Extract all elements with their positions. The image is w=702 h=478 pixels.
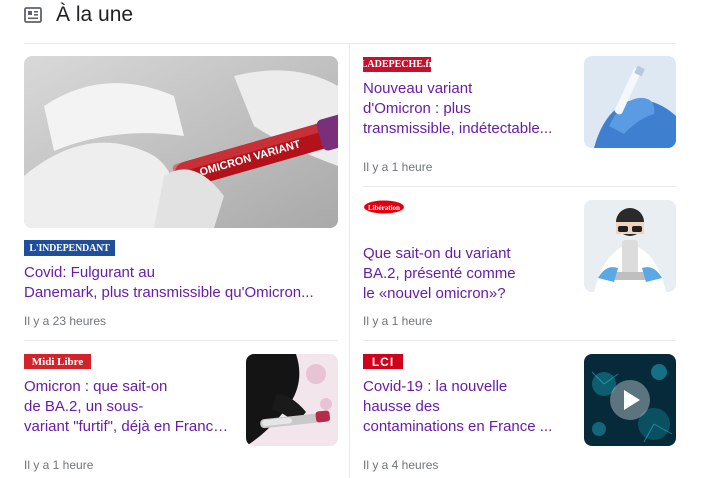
news-card-lci[interactable]: LCI Covid-19 : la nouvelle hausse des co…: [363, 354, 676, 478]
source-logo-independant: L'INDEPENDANT: [24, 240, 115, 256]
article-image-microscope: [584, 200, 676, 292]
column-divider: [349, 44, 350, 478]
news-card-independant[interactable]: OMICRON VARIANT L'INDEPENDANT Covid: Ful…: [24, 56, 338, 340]
article-video-thumbnail[interactable]: [584, 354, 676, 446]
news-card-midilibre[interactable]: Midi Libre Omicron : que sait-on de BA.2…: [24, 354, 338, 478]
article-time: Il y a 1 heure: [24, 458, 94, 472]
article-time: Il y a 4 heures: [363, 458, 439, 472]
news-card-ladepeche[interactable]: LADEPECHE.fr Nouveau variant d'Omicron :…: [360, 56, 676, 180]
source-logo-liberation: Libération: [363, 200, 405, 214]
svg-text:Libération: Libération: [368, 204, 400, 212]
source-logo-midilibre: Midi Libre: [24, 354, 91, 369]
article-headline[interactable]: Covid-19 : la nouvelle hausse des contam…: [363, 377, 573, 437]
article-time: Il y a 23 heures: [24, 314, 107, 328]
row-divider-left: [24, 340, 338, 341]
article-image-omicron-tube: OMICRON VARIANT: [24, 56, 338, 228]
source-logo-ladepeche: LADEPECHE.fr: [360, 57, 434, 72]
row-divider-right-1: [363, 186, 676, 187]
article-time: Il y a 1 heure: [363, 160, 433, 174]
article-headline[interactable]: Que sait-on du variant BA.2, présenté co…: [363, 244, 568, 304]
article-time: Il y a 1 heure: [363, 314, 433, 328]
header-divider: [24, 43, 676, 44]
article-headline[interactable]: Omicron : que sait-on de BA.2, un sous- …: [24, 377, 230, 437]
article-headline[interactable]: Nouveau variant d'Omicron : plus transmi…: [363, 79, 568, 139]
article-image-test-tube: [246, 354, 338, 446]
row-divider-right-2: [363, 340, 676, 341]
news-icon: [24, 7, 42, 23]
section-title: À la une: [56, 3, 134, 26]
source-logo-lci: LCI: [363, 354, 403, 369]
article-headline[interactable]: Covid: Fulgurant au Danemark, plus trans…: [24, 263, 338, 303]
section-header: À la une: [24, 0, 133, 30]
news-card-liberation[interactable]: Libération Que sait-on du variant BA.2, …: [363, 200, 676, 330]
article-image-gloved-hand: [584, 56, 676, 148]
